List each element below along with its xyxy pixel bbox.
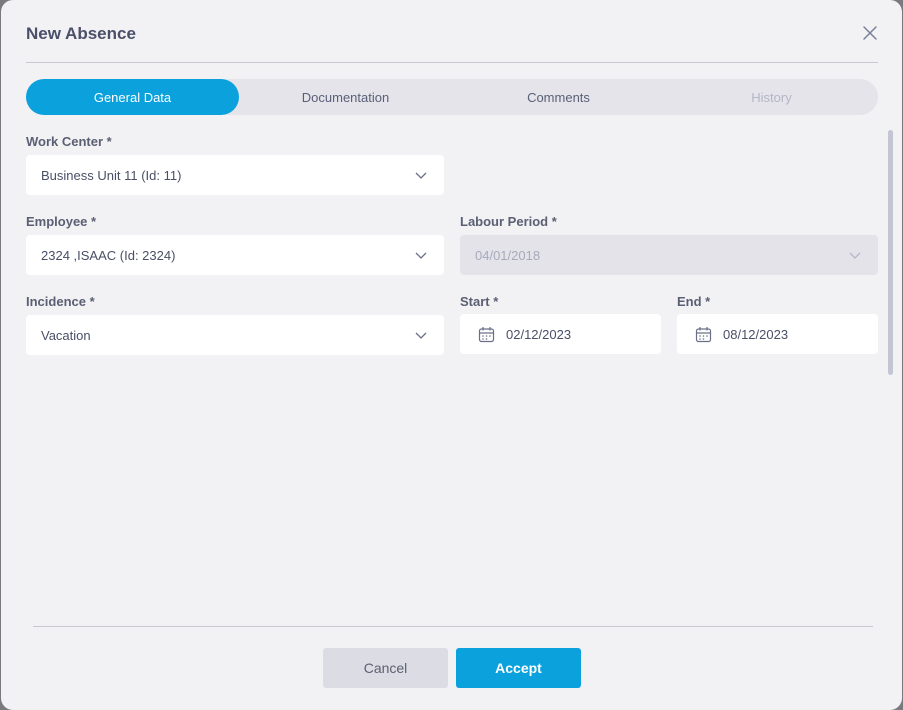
chevron-down-icon bbox=[415, 252, 427, 259]
end-label: End * bbox=[677, 294, 711, 309]
work-center-value: Business Unit 11 (Id: 11) bbox=[41, 167, 182, 183]
footer-divider bbox=[33, 626, 873, 627]
chevron-down-icon bbox=[415, 332, 427, 339]
calendar-icon bbox=[695, 326, 712, 342]
chevron-down-icon bbox=[415, 172, 427, 179]
close-icon bbox=[863, 26, 877, 40]
header-divider bbox=[26, 62, 878, 63]
cancel-button[interactable]: Cancel bbox=[323, 648, 448, 688]
close-button[interactable] bbox=[861, 24, 879, 42]
chevron-down-icon bbox=[849, 252, 861, 259]
accept-button[interactable]: Accept bbox=[456, 648, 581, 688]
incidence-value: Vacation bbox=[41, 327, 91, 343]
work-center-select[interactable]: Business Unit 11 (Id: 11) bbox=[26, 155, 444, 195]
start-date-value: 02/12/2023 bbox=[506, 326, 572, 342]
start-date-field[interactable]: 02/12/2023 bbox=[460, 314, 661, 354]
tab-documentation[interactable]: Documentation bbox=[239, 79, 452, 115]
tab-comments[interactable]: Comments bbox=[452, 79, 665, 115]
labour-period-select: 04/01/2018 bbox=[460, 235, 878, 275]
end-date-value: 08/12/2023 bbox=[723, 326, 789, 342]
new-absence-dialog: New Absence General Data Documentation C… bbox=[1, 0, 902, 710]
labour-period-label: Labour Period * bbox=[460, 214, 557, 229]
incidence-select[interactable]: Vacation bbox=[26, 315, 444, 355]
end-date-field[interactable]: 08/12/2023 bbox=[677, 314, 878, 354]
employee-select[interactable]: 2324 ,ISAAC (Id: 2324) bbox=[26, 235, 444, 275]
scrollbar[interactable] bbox=[888, 130, 893, 375]
employee-label: Employee * bbox=[26, 214, 97, 229]
incidence-label: Incidence * bbox=[26, 294, 95, 309]
work-center-label: Work Center * bbox=[26, 134, 112, 149]
tab-history: History bbox=[751, 89, 792, 105]
tab-general-data[interactable]: General Data bbox=[26, 79, 239, 115]
tab-bar: General Data Documentation Comments Hist… bbox=[26, 79, 878, 115]
calendar-icon bbox=[478, 326, 495, 342]
start-label: Start * bbox=[460, 294, 499, 309]
labour-period-value: 04/01/2018 bbox=[475, 247, 541, 263]
dialog-title: New Absence bbox=[26, 24, 136, 43]
employee-value: 2324 ,ISAAC (Id: 2324) bbox=[41, 247, 176, 263]
